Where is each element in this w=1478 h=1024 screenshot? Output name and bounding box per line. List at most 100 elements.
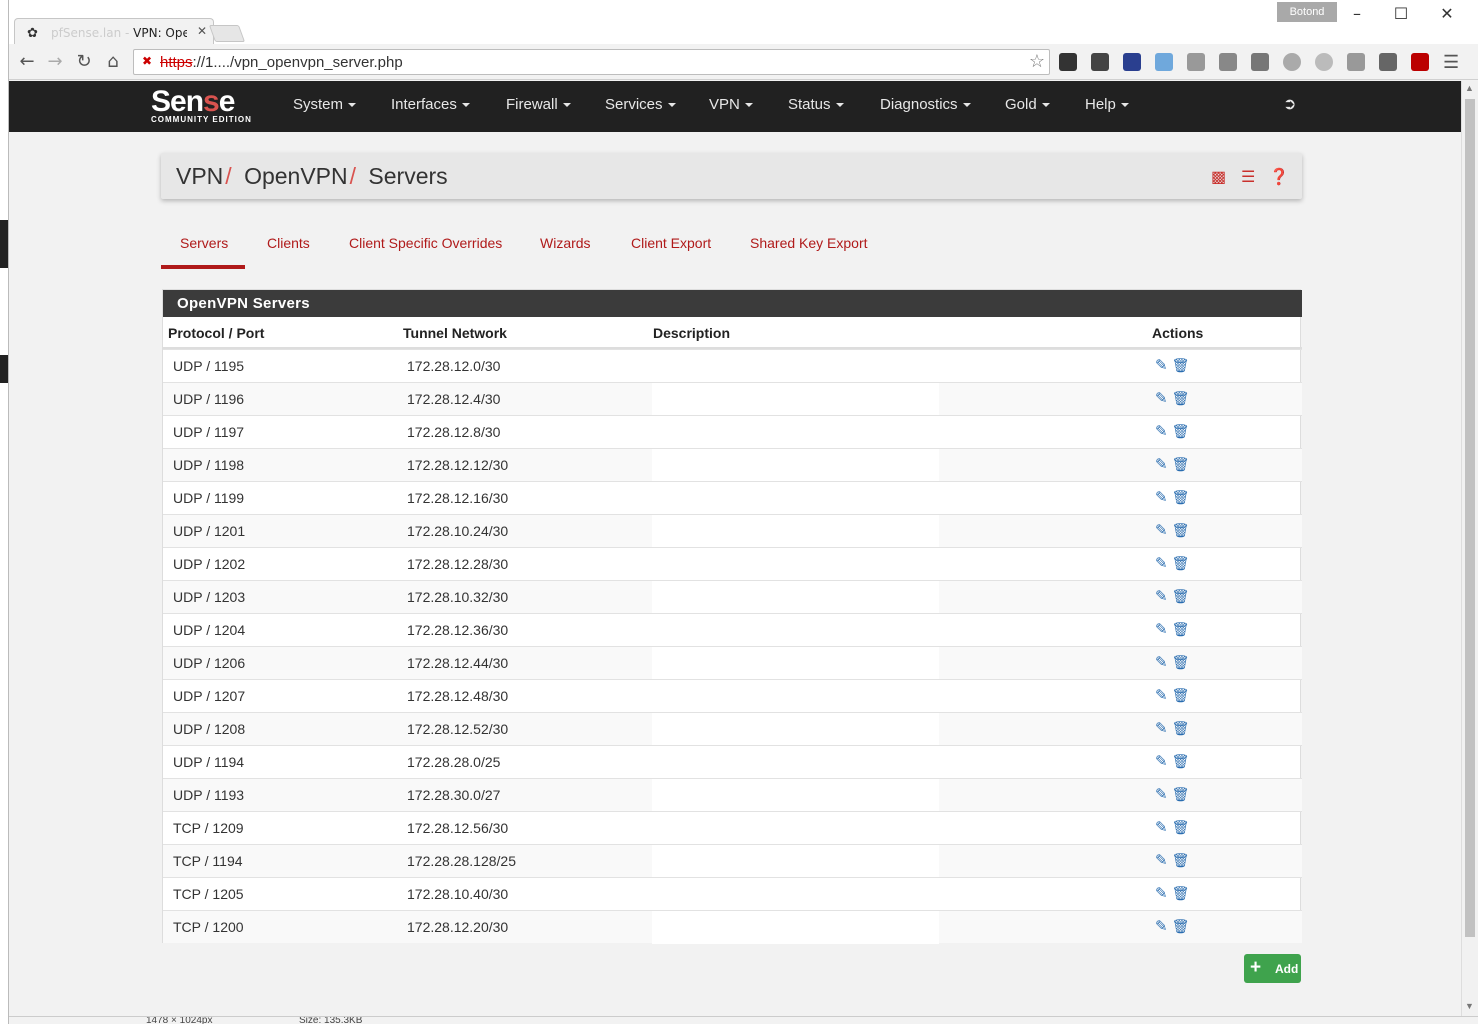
css-extension-icon[interactable] (1251, 53, 1269, 71)
pencil-edit-icon[interactable]: ✎ (1155, 389, 1168, 407)
trash-delete-icon[interactable]: 🗑 (1172, 852, 1190, 869)
cube-extension-icon[interactable] (1187, 53, 1205, 71)
nav-system[interactable]: System (293, 96, 357, 113)
caret-down-icon (744, 103, 753, 108)
scroll-up-icon[interactable]: ▲ (1465, 83, 1474, 93)
tab-clients[interactable]: Clients (267, 235, 310, 251)
skype-extension-icon[interactable] (1283, 53, 1301, 71)
pencil-edit-icon[interactable]: ✎ (1155, 620, 1168, 638)
trash-delete-icon[interactable]: 🗑 (1172, 918, 1190, 935)
trash-delete-icon[interactable]: 🗑 (1172, 819, 1190, 836)
trash-delete-icon[interactable]: 🗑 (1172, 357, 1190, 374)
forward-arrow-icon[interactable]: → (43, 51, 67, 72)
pencil-edit-icon[interactable]: ✎ (1155, 488, 1168, 506)
extension-icon[interactable] (1123, 53, 1141, 71)
trash-delete-icon[interactable]: 🗑 (1172, 654, 1190, 671)
address-bar[interactable]: ✖ https://1..../vpn_openvpn_server.php ☆ (133, 49, 1050, 75)
tab-client-specific-overrides[interactable]: Client Specific Overrides (349, 235, 502, 251)
pencil-edit-icon[interactable]: ✎ (1155, 917, 1168, 935)
pfsense-logo[interactable]: Sense COMMUNITY EDITION (151, 87, 252, 125)
bookmark-star-icon[interactable]: ☆ (1029, 51, 1045, 72)
pencil-edit-icon[interactable]: ✎ (1155, 455, 1168, 473)
pencil-edit-icon[interactable]: ✎ (1155, 884, 1168, 902)
pencil-edit-icon[interactable]: ✎ (1155, 851, 1168, 869)
pencil-edit-icon[interactable]: ✎ (1155, 554, 1168, 572)
pencil-edit-icon[interactable]: ✎ (1155, 785, 1168, 803)
trash-delete-icon[interactable]: 🗑 (1172, 522, 1190, 539)
pencil-edit-icon[interactable]: ✎ (1155, 653, 1168, 671)
trash-delete-icon[interactable]: 🗑 (1172, 588, 1190, 605)
log-list-icon[interactable]: ☰ (1241, 167, 1255, 187)
trash-delete-icon[interactable]: 🗑 (1172, 720, 1190, 737)
nav-vpn[interactable]: VPN (709, 96, 753, 113)
breadcrumb-openvpn[interactable]: OpenVPN (244, 163, 348, 189)
nav-help[interactable]: Help (1085, 96, 1129, 113)
nav-services[interactable]: Services (605, 96, 676, 113)
tab-servers[interactable]: Servers (180, 235, 228, 251)
scrollbar-thumb[interactable] (1465, 99, 1475, 937)
tab-shared-key-export[interactable]: Shared Key Export (750, 235, 868, 251)
protocol-port-cell: UDP / 1193 (173, 787, 245, 803)
nav-label: Help (1085, 96, 1116, 113)
trash-delete-icon[interactable]: 🗑 (1172, 489, 1190, 506)
reload-icon[interactable]: ↻ (72, 51, 96, 72)
pencil-edit-icon[interactable]: ✎ (1155, 752, 1168, 770)
trash-delete-icon[interactable]: 🗑 (1172, 885, 1190, 902)
tab-wizards[interactable]: Wizards (540, 235, 591, 251)
pencil-edit-icon[interactable]: ✎ (1155, 356, 1168, 374)
trash-delete-icon[interactable]: 🗑 (1172, 786, 1190, 803)
description-cell (652, 383, 939, 416)
back-arrow-icon[interactable]: ← (15, 51, 39, 72)
browser-menu-icon[interactable]: ☰ (1443, 52, 1459, 73)
pencil-edit-icon[interactable]: ✎ (1155, 521, 1168, 539)
pencil-edit-icon[interactable]: ✎ (1155, 422, 1168, 440)
nav-firewall[interactable]: Firewall (506, 96, 571, 113)
incognito-extension-icon[interactable] (1091, 53, 1109, 71)
breadcrumb-separator: / (225, 163, 232, 189)
camera-extension-icon[interactable] (1155, 53, 1173, 71)
page-extension-icon[interactable] (1347, 53, 1365, 71)
close-tab-icon[interactable]: ✕ (197, 24, 207, 38)
page-scrollbar[interactable]: ▲ ▼ (1461, 81, 1478, 1016)
trash-delete-icon[interactable]: 🗑 (1172, 555, 1190, 572)
nav-label: Services (605, 96, 663, 113)
download-extension-icon[interactable] (1379, 53, 1397, 71)
trash-delete-icon[interactable]: 🗑 (1172, 621, 1190, 638)
nav-interfaces[interactable]: Interfaces (391, 96, 470, 113)
close-window-icon[interactable]: ✕ (1427, 4, 1467, 23)
ublock-extension-icon[interactable] (1411, 53, 1429, 71)
breadcrumb-vpn[interactable]: VPN (176, 163, 223, 189)
help-icon[interactable]: ❓ (1269, 167, 1289, 187)
trash-delete-icon[interactable]: 🗑 (1172, 687, 1190, 704)
nav-gold[interactable]: Gold (1005, 96, 1050, 113)
logout-icon[interactable]: ➲ (1283, 94, 1296, 114)
trash-delete-icon[interactable]: 🗑 (1172, 423, 1190, 440)
browser-tab[interactable]: ✿ pfSense.lan - VPN: OpenVPN: Servers ✕ (14, 18, 214, 45)
home-icon[interactable]: ⌂ (101, 51, 125, 72)
trash-delete-icon[interactable]: 🗑 (1172, 390, 1190, 407)
pencil-edit-icon[interactable]: ✎ (1155, 719, 1168, 737)
pencil-edit-icon[interactable]: ✎ (1155, 587, 1168, 605)
nav-label: System (293, 96, 344, 113)
gear-extension-icon[interactable] (1315, 53, 1333, 71)
pencil-edit-icon[interactable]: ✎ (1155, 686, 1168, 704)
maximize-icon[interactable]: ☐ (1381, 4, 1421, 23)
pencil-edit-icon[interactable]: ✎ (1155, 818, 1168, 836)
add-button[interactable]: + Add (1244, 954, 1301, 983)
trash-delete-icon[interactable]: 🗑 (1172, 456, 1190, 473)
breadcrumb-servers[interactable]: Servers (368, 163, 447, 189)
bar-chart-icon[interactable]: ▩ (1211, 167, 1226, 187)
nav-label: Gold (1005, 96, 1037, 113)
new-tab-button[interactable] (208, 25, 246, 42)
description-cell (652, 548, 939, 581)
tab-client-export[interactable]: Client Export (631, 235, 711, 251)
scroll-down-icon[interactable]: ▼ (1465, 1001, 1474, 1011)
trash-delete-icon[interactable]: 🗑 (1172, 753, 1190, 770)
logo-subtitle: COMMUNITY EDITION (151, 115, 252, 124)
qr-code-extension-icon[interactable] (1059, 53, 1077, 71)
nav-status[interactable]: Status (788, 96, 844, 113)
minimize-icon[interactable]: – (1337, 4, 1377, 23)
profile-badge[interactable]: Botond (1277, 2, 1337, 22)
nav-diagnostics[interactable]: Diagnostics (880, 96, 971, 113)
window-extension-icon[interactable] (1219, 53, 1237, 71)
